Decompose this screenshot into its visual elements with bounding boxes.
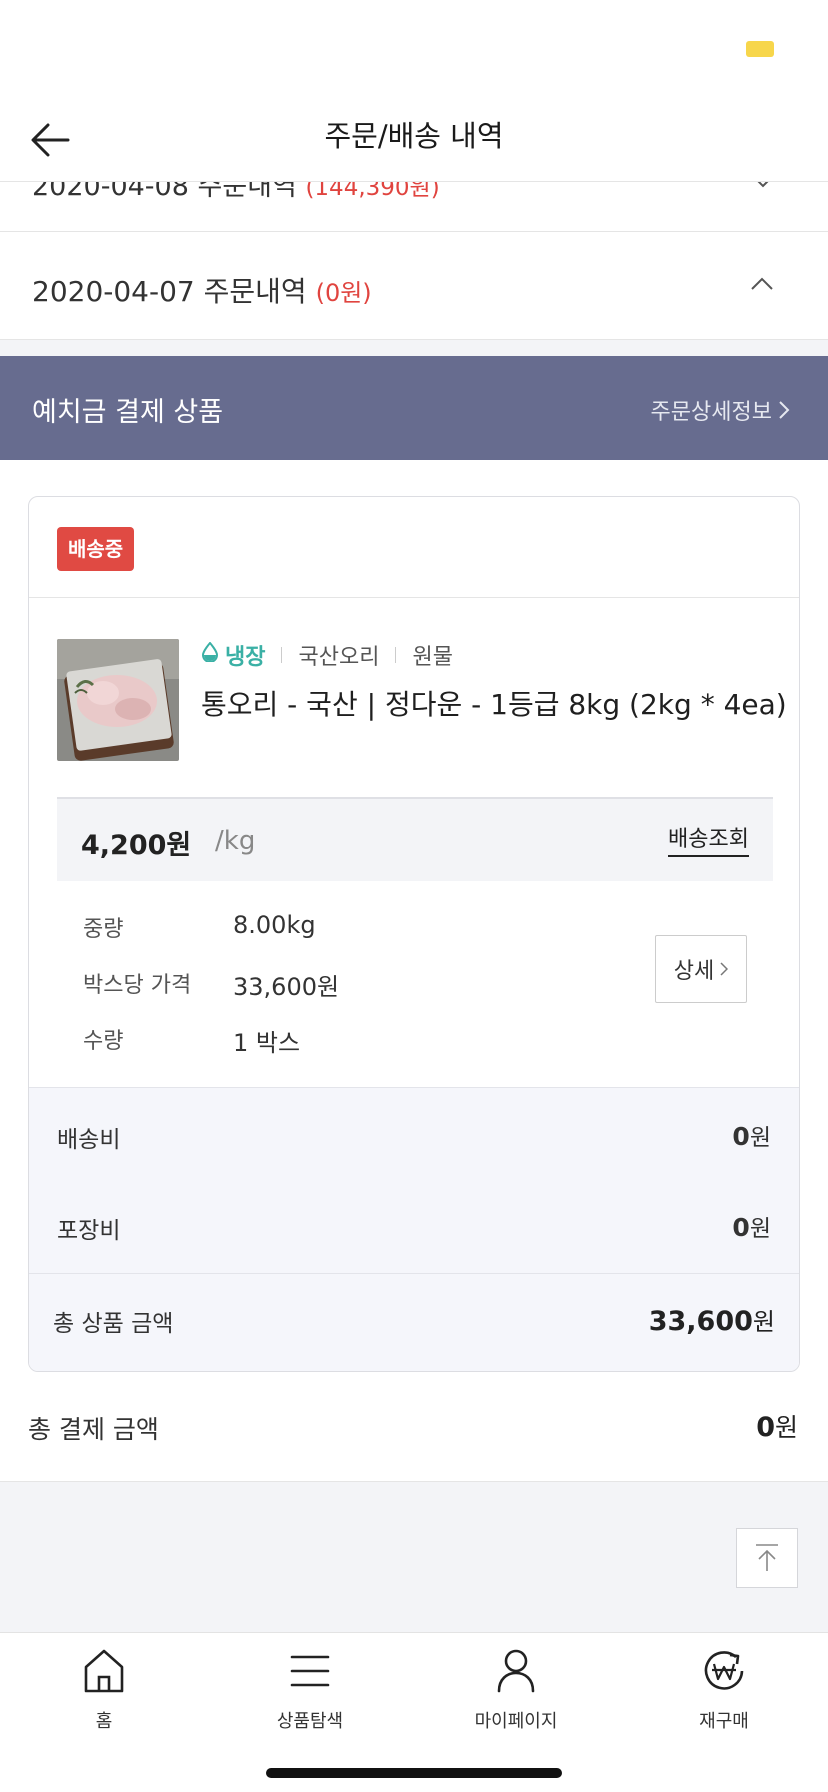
fee-section: 배송비 0원 포장비 0원 (29, 1087, 799, 1273)
meta-divider (395, 647, 397, 663)
home-icon (84, 1649, 124, 1693)
packaging-fee-value: 0원 (732, 1213, 771, 1242)
order-detail-link[interactable]: 주문상세정보 (651, 394, 790, 426)
card-divider (29, 597, 799, 598)
order-amount: (0원) (315, 279, 372, 307)
tab-home[interactable]: 홈 (24, 1647, 184, 1733)
total-product-label: 총 상품 금액 (53, 1311, 174, 1337)
spec-value-weight: 8.00kg (233, 911, 316, 939)
scroll-to-top-button[interactable] (736, 1528, 798, 1588)
status-badge: 배송중 (57, 527, 135, 571)
section-title: 예치금 결제 상품 (32, 397, 224, 428)
product-form: 원물 (412, 645, 453, 670)
product-image[interactable] (57, 639, 179, 761)
page-title: 주문/배송 내역 (324, 119, 504, 153)
order-item-card: 배송중 냉장 국산오리 원물 통오리 - 국산 | 정다운 - 1등급 8kg … (28, 496, 800, 1372)
tab-mypage[interactable]: 마이페이지 (436, 1647, 596, 1733)
delivery-tracking-link[interactable]: 배송조회 (668, 821, 749, 857)
spec-label-box-price: 박스당 가격 (83, 973, 192, 998)
tab-mypage-label: 마이페이지 (474, 1711, 558, 1732)
spec-label-quantity: 수량 (83, 1029, 124, 1054)
spec-value-quantity: 1 박스 (233, 1029, 301, 1057)
chevron-right-icon (779, 401, 790, 419)
tab-browse[interactable]: 상품탐색 (230, 1647, 390, 1733)
price-bar: 4,200원 /kg 배송조회 (57, 797, 773, 881)
home-indicator (266, 1768, 562, 1778)
order-row[interactable]: 2020-04-07 주문내역 (0원) (0, 234, 828, 340)
total-product-value: 33,600원 (648, 1306, 775, 1337)
tab-browse-label: 상품탐색 (276, 1711, 344, 1732)
order-detail-link-label: 주문상세정보 (650, 400, 772, 425)
menu-icon (290, 1655, 330, 1687)
arrow-up-icon (756, 1544, 778, 1571)
payment-total-label: 총 결제 금액 (28, 1415, 159, 1444)
price-unit: /kg (215, 826, 256, 856)
spec-value-box-price: 33,600원 (233, 973, 340, 1001)
detail-button[interactable]: 상세 (655, 935, 747, 1003)
meta-divider (281, 647, 283, 663)
product-name[interactable]: 통오리 - 국산 | 정다운 - 1등급 8kg (2kg * 4ea) (201, 683, 787, 723)
water-drop-icon (201, 641, 219, 668)
chevron-up-icon (750, 276, 774, 295)
unit-price: 4,200원 (81, 830, 192, 861)
chevron-right-icon (720, 962, 729, 976)
reorder-won-icon (704, 1651, 744, 1690)
navigation-bar: 주문/배송 내역 (0, 100, 828, 182)
product-meta: 냉장 국산오리 원물 (201, 639, 453, 671)
status-indicator (746, 41, 774, 57)
storage-type: 냉장 (225, 645, 266, 670)
product-origin: 국산오리 (298, 645, 380, 670)
user-icon (497, 1649, 535, 1693)
spec-label-weight: 중량 (83, 917, 124, 942)
detail-button-label: 상세 (673, 959, 715, 984)
bottom-background (0, 1482, 828, 1632)
tab-home-label: 홈 (95, 1711, 113, 1732)
order-date: 2020-04-07 주문내역 (0원) (32, 275, 372, 308)
shipping-fee-label: 배송비 (57, 1127, 121, 1153)
tab-reorder[interactable]: 재구매 (644, 1647, 804, 1733)
payment-total-value: 0원 (756, 1412, 798, 1443)
payment-total-row: 총 결제 금액 0원 (0, 1372, 828, 1482)
total-product-section: 총 상품 금액 33,600원 (29, 1273, 799, 1371)
shipping-fee-value: 0원 (732, 1122, 771, 1151)
packaging-fee-label: 포장비 (57, 1218, 121, 1244)
section-gap (0, 340, 828, 356)
tab-reorder-label: 재구매 (699, 1711, 749, 1732)
status-bar (0, 0, 828, 100)
section-header: 예치금 결제 상품 주문상세정보 (0, 356, 828, 460)
